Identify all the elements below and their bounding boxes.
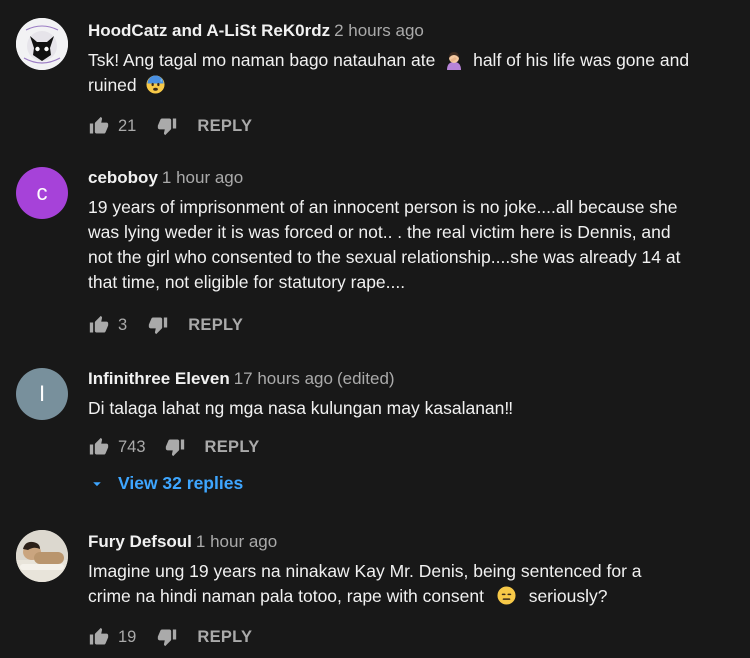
author-name[interactable]: Infinithree Eleven — [88, 369, 230, 388]
comment-time[interactable]: 1 hour ago — [162, 168, 243, 187]
author-name[interactable]: HoodCatz and A-LiSt ReK0rdz — [88, 21, 330, 40]
comment-body: ceboboy 1 hour ago 19 years of imprisonme… — [88, 168, 738, 295]
like-button[interactable] — [88, 436, 110, 458]
comment-header: HoodCatz and A-LiSt ReK0rdz 2 hours ago — [88, 21, 738, 41]
comment-body: HoodCatz and A-LiSt ReK0rdz 2 hours ago T… — [88, 21, 738, 98]
reply-button[interactable]: REPLY — [197, 628, 252, 647]
thumbs-down-icon — [158, 629, 177, 647]
thumbs-up-icon — [89, 116, 109, 134]
comment-header: Fury Defsoul 1 hour ago — [88, 532, 738, 552]
dislike-button[interactable] — [164, 436, 186, 458]
author-name[interactable]: Fury Defsoul — [88, 532, 192, 551]
reply-button[interactable]: REPLY — [197, 117, 252, 136]
avatar[interactable] — [16, 18, 68, 70]
comment-header: ceboboy 1 hour ago — [88, 168, 738, 188]
person-facepalming-emoji-icon — [444, 50, 464, 70]
reply-button[interactable]: REPLY — [205, 438, 260, 457]
like-count: 21 — [118, 116, 137, 135]
comment-text: Tsk! Ang tagal mo naman bago natauhan at… — [88, 48, 738, 98]
like-button[interactable] — [88, 314, 110, 336]
comment-text: Di talaga lahat ng mga nasa kulungan may… — [88, 398, 514, 418]
comment-body: Infinithree Eleven 17 hours ago (edited) D… — [88, 369, 738, 421]
thumbs-down-icon — [149, 317, 168, 335]
comment-time[interactable]: 2 hours ago — [334, 21, 424, 40]
avatar[interactable]: c — [16, 167, 68, 219]
dislike-button[interactable] — [156, 115, 178, 137]
anxious-face-emoji-icon — [146, 75, 165, 94]
comment-text: 19 years of imprisonment of an innocent … — [88, 197, 681, 292]
like-count: 743 — [118, 437, 146, 456]
dislike-button[interactable] — [156, 626, 178, 648]
cat-logo-icon — [16, 18, 68, 70]
comment-time[interactable]: 17 hours ago — [234, 369, 333, 388]
comment-time[interactable]: 1 hour ago — [196, 532, 277, 551]
comment-actions: 743 REPLY — [88, 435, 260, 459]
like-count: 19 — [118, 627, 137, 646]
expressionless-face-emoji-icon — [497, 586, 516, 605]
thumbs-down-icon — [165, 439, 184, 457]
comments-section: HoodCatz and A-LiSt ReK0rdz 2 hours ago T… — [0, 0, 750, 658]
comment-actions: 19 REPLY — [88, 625, 252, 649]
comment-text-part: Tsk! Ang tagal mo naman bago natauhan at… — [88, 50, 436, 70]
view-replies-label: View 32 replies — [118, 473, 244, 493]
reply-button[interactable]: REPLY — [188, 316, 243, 335]
dislike-button[interactable] — [147, 314, 169, 336]
thumbs-up-icon — [89, 437, 109, 455]
thumbs-up-icon — [89, 315, 109, 333]
avatar[interactable] — [16, 530, 68, 582]
thumbs-up-icon — [89, 627, 109, 645]
view-replies-button[interactable]: View 32 replies — [88, 473, 243, 494]
person-photo-icon — [16, 530, 68, 582]
comment-text-part: seriously? — [528, 586, 608, 606]
thumbs-down-icon — [158, 118, 177, 136]
like-button[interactable] — [88, 115, 110, 137]
avatar[interactable]: I — [16, 368, 68, 420]
caret-down-icon — [93, 481, 101, 486]
comment-actions: 21 REPLY — [88, 114, 252, 138]
author-name[interactable]: ceboboy — [88, 168, 158, 187]
edited-label: (edited) — [336, 369, 395, 388]
comment-body: Fury Defsoul 1 hour ago Imagine ung 19 ye… — [88, 532, 738, 609]
avatar-letter: I — [38, 381, 46, 406]
comment-actions: 3 REPLY — [88, 313, 243, 337]
avatar-letter: c — [36, 180, 48, 205]
like-button[interactable] — [88, 626, 110, 648]
comment-text: Imagine ung 19 years na ninakaw Kay Mr. … — [88, 559, 688, 609]
comment-header: Infinithree Eleven 17 hours ago (edited) — [88, 369, 738, 389]
like-count: 3 — [118, 315, 128, 334]
